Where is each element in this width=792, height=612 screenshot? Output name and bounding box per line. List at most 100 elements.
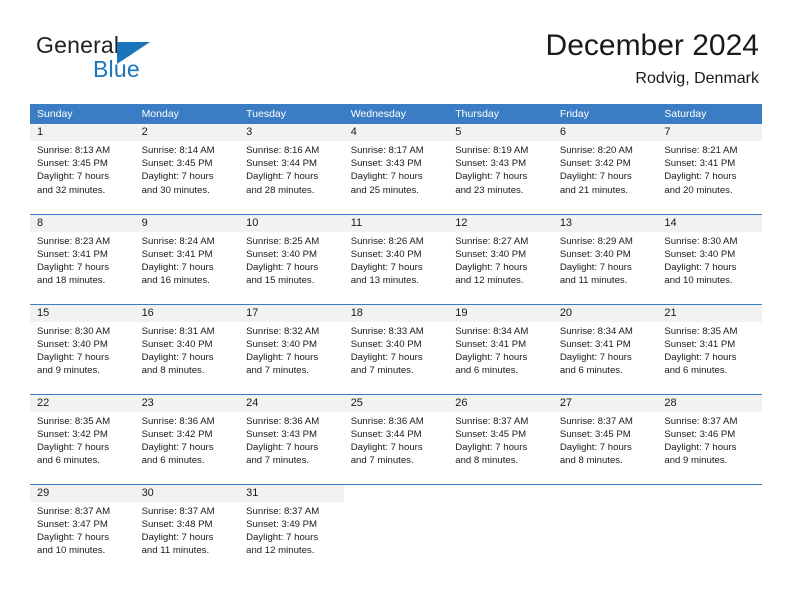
daylight-text-line1: Daylight: 7 hours [141, 441, 214, 453]
day-number: 14 [657, 214, 762, 232]
day-cell[interactable]: 24 Sunrise: 8:36 AM Sunset: 3:43 PM Dayligh… [239, 393, 344, 484]
day-details: Sunrise: 8:36 AM Sunset: 3:43 PM Daylight:… [239, 412, 344, 468]
sunset-text: Sunset: 3:42 PM [141, 428, 213, 440]
day-details: Sunrise: 8:37 AM Sunset: 3:48 PM Daylight:… [135, 502, 240, 558]
day-details: Sunrise: 8:29 AM Sunset: 3:40 PM Daylight:… [553, 232, 658, 288]
day-cell[interactable]: 22 Sunrise: 8:35 AM Sunset: 3:42 PM Dayligh… [30, 393, 135, 484]
daylight-text-line1: Daylight: 7 hours [350, 171, 423, 183]
day-cell[interactable]: 17 Sunrise: 8:32 AM Sunset: 3:40 PM Dayligh… [239, 303, 344, 394]
daylight-text-line2: and 7 minutes. [246, 365, 310, 377]
daylight-text-line2: and 6 minutes. [664, 365, 728, 377]
sunrise-text: Sunrise: 8:19 AM [455, 145, 529, 156]
day-number [552, 484, 658, 502]
daylight-text-line1: Daylight: 7 hours [37, 261, 109, 273]
day-cell[interactable]: 20 Sunrise: 8:34 AM Sunset: 3:41 PM Dayligh… [552, 303, 658, 394]
day-cell[interactable]: 28 Sunrise: 8:37 AM Sunset: 3:46 PM Dayligh… [657, 393, 762, 484]
day-cell[interactable]: 14 Sunrise: 8:30 AM Sunset: 3:40 PM Dayligh… [657, 213, 762, 304]
day-number: 23 [134, 394, 240, 412]
day-number: 11 [343, 214, 449, 232]
sunset-text: Sunset: 3:40 PM [455, 248, 527, 260]
day-cell[interactable]: 3 Sunrise: 8:16 AM Sunset: 3:44 PM Daylight… [239, 124, 344, 214]
sunrise-text: Sunrise: 8:16 AM [246, 145, 320, 156]
day-cell[interactable]: 1 Sunrise: 8:13 AM Sunset: 3:45 PM Daylight… [30, 124, 135, 214]
day-cell[interactable]: 18 Sunrise: 8:33 AM Sunset: 3:40 PM Dayligh… [343, 303, 449, 394]
day-cell[interactable]: 11 Sunrise: 8:26 AM Sunset: 3:40 PM Dayligh… [343, 213, 449, 304]
day-details: Sunrise: 8:36 AM Sunset: 3:42 PM Daylight:… [135, 412, 240, 468]
day-cell[interactable]: 25 Sunrise: 8:36 AM Sunset: 3:44 PM Dayligh… [343, 393, 449, 484]
day-cell[interactable]: 12 Sunrise: 8:27 AM Sunset: 3:40 PM Dayligh… [448, 213, 553, 304]
day-cell[interactable]: 27 Sunrise: 8:37 AM Sunset: 3:45 PM Dayligh… [552, 393, 658, 484]
daylight-text-line2: and 6 minutes. [455, 365, 519, 377]
page-title: December 2024 [545, 29, 759, 62]
week-row: 22 Sunrise: 8:35 AM Sunset: 3:42 PM Dayligh… [30, 393, 762, 484]
day-cell[interactable]: 21 Sunrise: 8:35 AM Sunset: 3:41 PM Dayligh… [657, 303, 762, 394]
day-number: 13 [552, 214, 658, 232]
daylight-text-line2: and 21 minutes. [559, 184, 629, 196]
daylight-text-line1: Daylight: 7 hours [350, 351, 423, 363]
day-number: 17 [239, 304, 344, 322]
daylight-text-line1: Daylight: 7 hours [141, 171, 214, 183]
day-number: 8 [30, 214, 135, 232]
daylight-text-line1: Daylight: 7 hours [664, 261, 737, 273]
daylight-text-line1: Daylight: 7 hours [455, 351, 528, 363]
day-cell[interactable]: 6 Sunrise: 8:20 AM Sunset: 3:42 PM Daylight… [552, 124, 658, 214]
day-cell[interactable]: 8 Sunrise: 8:23 AM Sunset: 3:41 PM Daylight… [30, 213, 135, 304]
sunrise-text: Sunrise: 8:34 AM [559, 325, 633, 337]
day-number: 15 [30, 304, 135, 322]
day-details: Sunrise: 8:26 AM Sunset: 3:40 PM Daylight:… [344, 232, 449, 288]
daylight-text-line2: and 7 minutes. [350, 365, 414, 377]
day-cell[interactable]: 29 Sunrise: 8:37 AM Sunset: 3:47 PM Dayligh… [30, 483, 135, 574]
day-cell[interactable]: 7 Sunrise: 8:21 AM Sunset: 3:41 PM Daylight… [657, 124, 762, 214]
daylight-text-line2: and 8 minutes. [559, 455, 623, 467]
weekday-header-monday: Monday [134, 104, 240, 124]
weekday-header-sunday: Sunday [30, 104, 135, 124]
day-cell[interactable]: 23 Sunrise: 8:36 AM Sunset: 3:42 PM Dayligh… [134, 393, 240, 484]
sunrise-text: Sunrise: 8:25 AM [246, 235, 320, 247]
general-blue-logo[interactable]: General Blue [36, 32, 216, 88]
day-details: Sunrise: 8:30 AM Sunset: 3:40 PM Daylight:… [657, 232, 762, 288]
day-details: Sunrise: 8:34 AM Sunset: 3:41 PM Daylight:… [553, 322, 658, 378]
week-row: 29 Sunrise: 8:37 AM Sunset: 3:47 PM Dayligh… [30, 483, 762, 574]
day-cell[interactable]: 30 Sunrise: 8:37 AM Sunset: 3:48 PM Dayligh… [134, 483, 240, 574]
day-cell-empty [552, 483, 658, 574]
logo-text-blue: Blue [93, 56, 140, 82]
weekday-header-friday: Friday [552, 104, 658, 124]
day-cell[interactable]: 15 Sunrise: 8:30 AM Sunset: 3:40 PM Dayligh… [30, 303, 135, 394]
day-details: Sunrise: 8:33 AM Sunset: 3:40 PM Daylight:… [344, 322, 449, 378]
day-number: 20 [552, 304, 658, 322]
sunset-text: Sunset: 3:41 PM [559, 338, 631, 350]
day-cell[interactable]: 19 Sunrise: 8:34 AM Sunset: 3:41 PM Dayligh… [448, 303, 553, 394]
day-details: Sunrise: 8:35 AM Sunset: 3:42 PM Daylight:… [30, 412, 135, 468]
sunset-text: Sunset: 3:42 PM [559, 158, 631, 170]
sunrise-text: Sunrise: 8:23 AM [37, 235, 111, 247]
day-cell[interactable]: 26 Sunrise: 8:37 AM Sunset: 3:45 PM Dayligh… [448, 393, 553, 484]
day-cell[interactable]: 16 Sunrise: 8:31 AM Sunset: 3:40 PM Dayligh… [134, 303, 240, 394]
week-row: 8 Sunrise: 8:23 AM Sunset: 3:41 PM Daylight… [30, 213, 762, 304]
day-number: 18 [343, 304, 449, 322]
sunrise-text: Sunrise: 8:27 AM [455, 235, 529, 247]
sunset-text: Sunset: 3:43 PM [246, 428, 318, 440]
day-details: Sunrise: 8:25 AM Sunset: 3:40 PM Daylight:… [239, 232, 344, 288]
day-cell[interactable]: 9 Sunrise: 8:24 AM Sunset: 3:41 PM Daylight… [134, 213, 240, 304]
daylight-text-line2: and 8 minutes. [455, 455, 519, 467]
logo-text-general: General [36, 32, 120, 58]
sunset-text: Sunset: 3:40 PM [559, 248, 631, 260]
day-cell[interactable]: 31 Sunrise: 8:37 AM Sunset: 3:49 PM Dayligh… [239, 483, 344, 574]
sunset-text: Sunset: 3:41 PM [37, 248, 108, 260]
day-cell[interactable]: 2 Sunrise: 8:14 AM Sunset: 3:45 PM Daylight… [134, 124, 240, 214]
day-cell[interactable]: 5 Sunrise: 8:19 AM Sunset: 3:43 PM Daylight… [448, 124, 553, 214]
daylight-text-line1: Daylight: 7 hours [246, 351, 319, 363]
day-number [657, 484, 762, 502]
weekday-header-saturday: Saturday [657, 104, 762, 124]
daylight-text-line2: and 10 minutes. [37, 545, 106, 557]
daylight-text-line1: Daylight: 7 hours [246, 531, 319, 543]
day-number: 3 [239, 124, 344, 141]
day-cell[interactable]: 13 Sunrise: 8:29 AM Sunset: 3:40 PM Dayligh… [552, 213, 658, 304]
daylight-text-line1: Daylight: 7 hours [350, 261, 423, 273]
day-cell[interactable]: 10 Sunrise: 8:25 AM Sunset: 3:40 PM Dayligh… [239, 213, 344, 304]
day-cell[interactable]: 4 Sunrise: 8:17 AM Sunset: 3:43 PM Daylight… [343, 124, 449, 214]
day-details: Sunrise: 8:17 AM Sunset: 3:43 PM Daylight:… [344, 141, 449, 197]
sunrise-text: Sunrise: 8:36 AM [350, 415, 424, 427]
daylight-text-line1: Daylight: 7 hours [664, 441, 737, 453]
day-details: Sunrise: 8:37 AM Sunset: 3:47 PM Daylight:… [30, 502, 135, 558]
